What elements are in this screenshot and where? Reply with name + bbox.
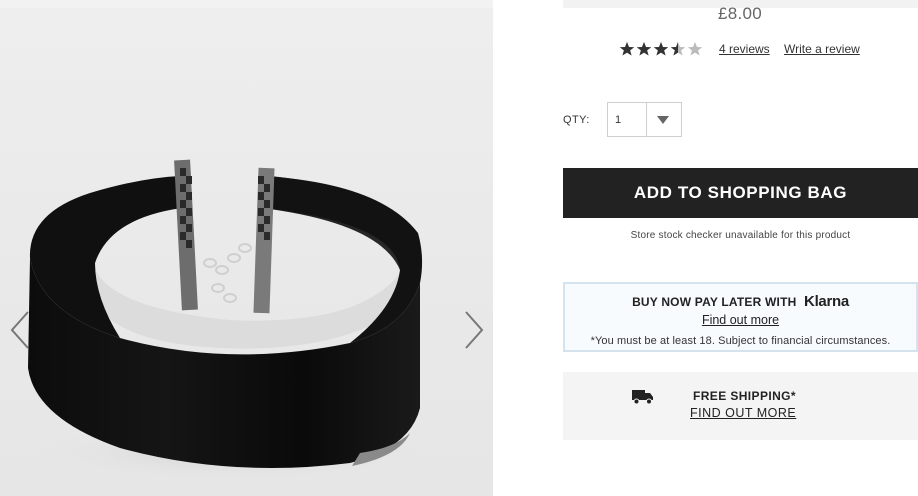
star-icon — [619, 42, 635, 56]
product-image-choker — [20, 159, 440, 483]
add-to-bag-button[interactable]: ADD TO SHOPPING BAG — [563, 168, 918, 218]
klarna-heading-text: BUY NOW PAY LATER WITH — [632, 295, 797, 309]
truck-icon — [632, 390, 653, 405]
star-icon — [687, 42, 703, 56]
klarna-disclaimer: *You must be at least 18. Subject to fin… — [590, 335, 891, 347]
klarna-promo: BUY NOW PAY LATER WITH Klarna Find out m… — [563, 282, 918, 352]
qty-separator — [646, 103, 647, 136]
klarna-logo: Klarna — [804, 293, 849, 310]
chevron-left-icon — [10, 311, 29, 349]
klarna-find-out-more-link[interactable]: Find out more — [565, 313, 916, 327]
gallery-next-button[interactable] — [460, 308, 488, 352]
top-strip-gap — [493, 0, 563, 8]
star-icon — [653, 42, 669, 56]
write-review-link[interactable]: Write a review — [784, 42, 860, 56]
gallery-prev-button[interactable] — [6, 308, 34, 352]
product-image-gallery — [0, 8, 493, 496]
rating-stars — [619, 41, 703, 57]
qty-label: QTY: — [563, 114, 590, 126]
product-price: £8.00 — [718, 4, 763, 23]
chevron-right-icon — [465, 311, 484, 349]
shipping-promo: FREE SHIPPING* FIND OUT MORE — [563, 372, 918, 440]
reviews-link[interactable]: 4 reviews — [719, 42, 770, 56]
qty-value: 1 — [615, 114, 622, 126]
klarna-heading: BUY NOW PAY LATER WITH Klarna — [565, 293, 916, 310]
top-strip — [0, 0, 918, 8]
star-icon — [670, 42, 686, 56]
star-icon — [636, 42, 652, 56]
qty-select[interactable]: 1 — [607, 102, 682, 137]
stock-checker-note: Store stock checker unavailable for this… — [630, 230, 851, 241]
chevron-down-icon — [657, 116, 669, 124]
shipping-find-out-more-link[interactable]: FIND OUT MORE — [690, 406, 796, 420]
free-shipping-title: FREE SHIPPING* — [693, 389, 796, 403]
